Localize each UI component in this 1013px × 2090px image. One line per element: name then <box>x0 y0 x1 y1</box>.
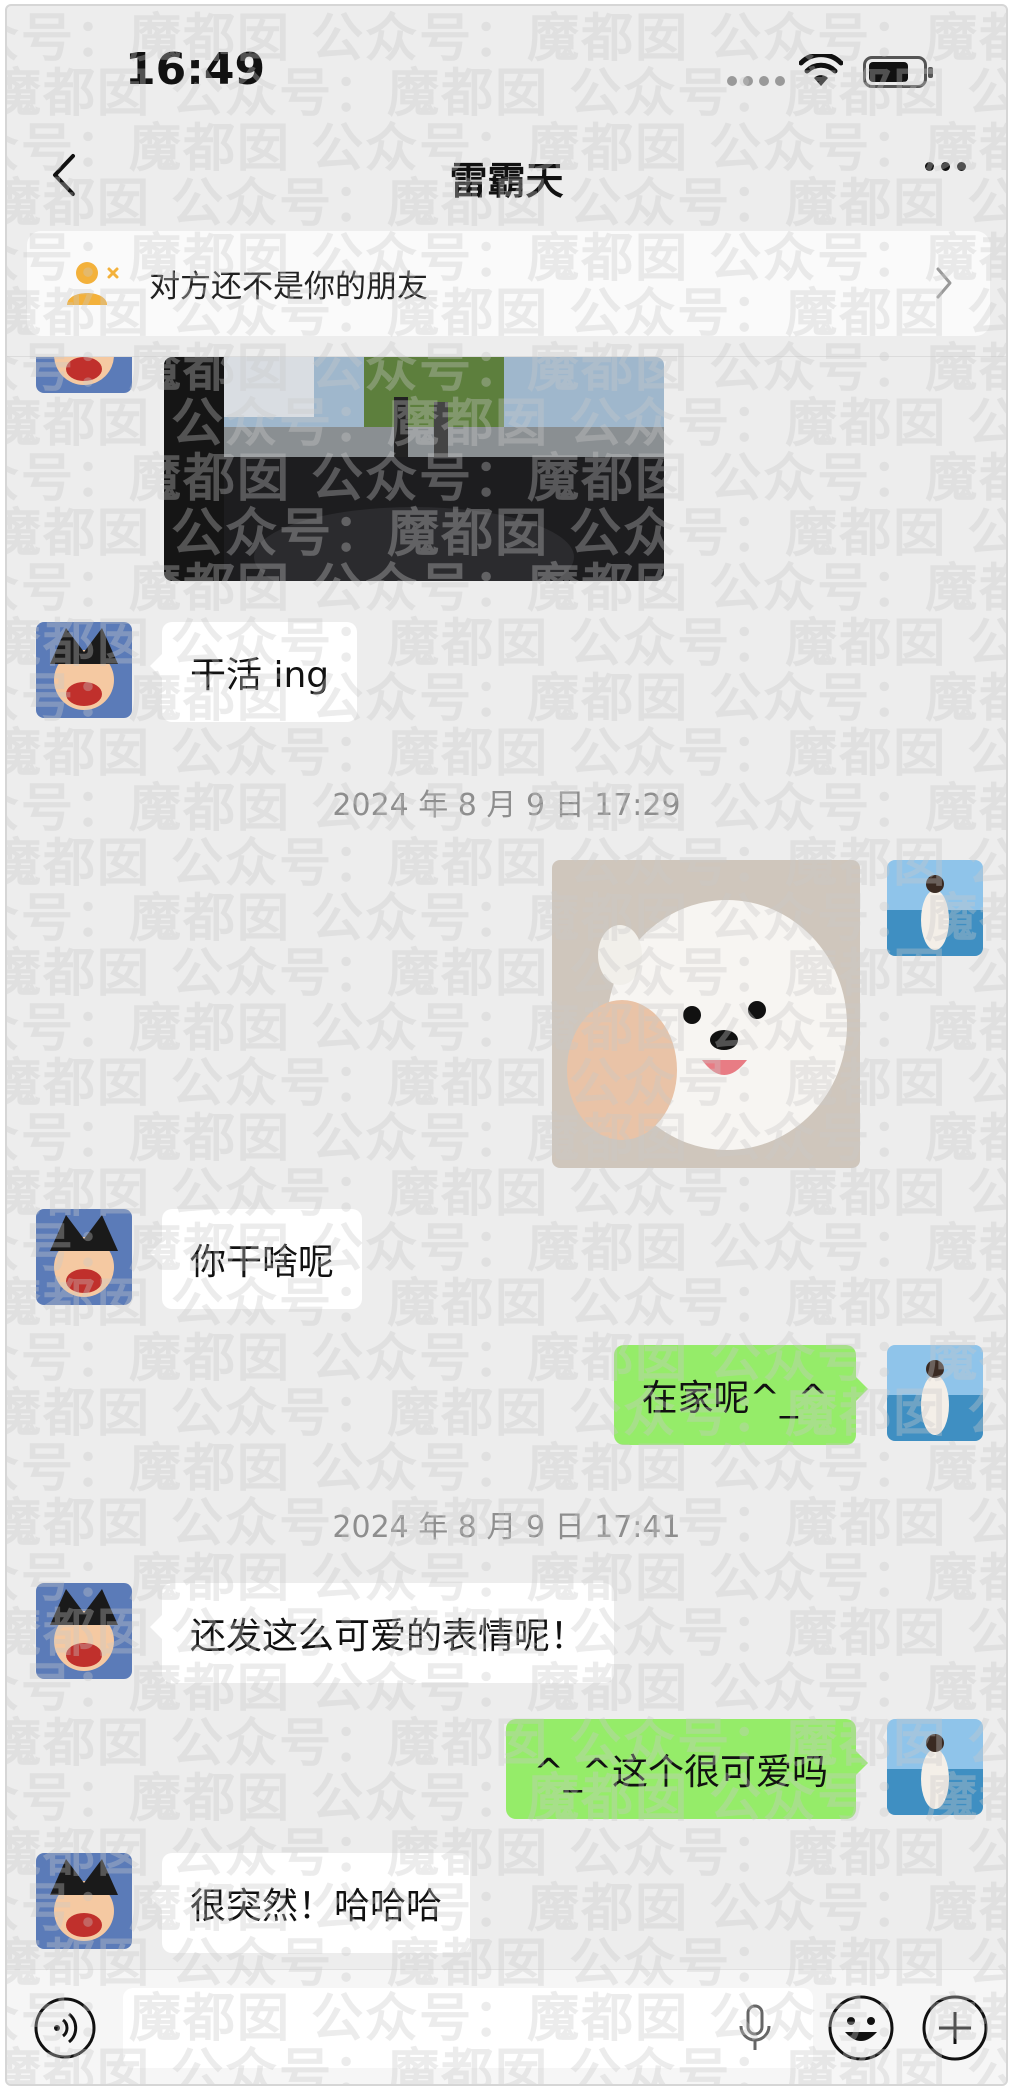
my-avatar[interactable] <box>887 860 983 956</box>
contact-avatar[interactable] <box>36 357 132 393</box>
contact-avatar[interactable] <box>36 1583 132 1679</box>
contact-avatar[interactable] <box>36 1209 132 1305</box>
nav-bar: 雷霸天 <box>7 126 1006 226</box>
message-bubble-incoming[interactable]: 你干啥呢 <box>149 1209 363 1309</box>
more-icon[interactable] <box>925 162 966 171</box>
status-bar: 16:49 <box>7 6 1006 126</box>
chevron-right-icon <box>936 267 952 299</box>
signal-icon <box>727 76 785 86</box>
message-bubble-outgoing[interactable]: ^_^这个很可爱吗 <box>505 1719 869 1819</box>
add-friend-icon <box>67 262 119 305</box>
banner-text: 对方还不是你的朋友 <box>149 269 428 305</box>
my-avatar[interactable] <box>887 1345 983 1441</box>
message-timestamp: 2024 年 8 月 9 日 17:41 <box>332 1510 681 1545</box>
battery-icon <box>863 56 933 88</box>
contact-avatar[interactable] <box>36 622 132 718</box>
input-bar <box>7 1969 1006 2084</box>
chat-screen: 16:49 雷霸天 对方还不是你的朋友 干活 ing 2024 年 8 月 9 … <box>5 4 1008 2086</box>
stranger-banner[interactable]: 对方还不是你的朋友 <box>27 231 990 336</box>
plus-icon[interactable] <box>921 1994 989 2062</box>
car-dashboard-photo[interactable] <box>164 357 664 581</box>
microphone-icon[interactable] <box>735 2002 775 2054</box>
white-puppy-sticker[interactable] <box>552 860 860 1168</box>
message-bubble-incoming[interactable]: 很突然！哈哈哈 <box>149 1853 471 1953</box>
message-input[interactable] <box>123 1988 813 2068</box>
chat-title: 雷霸天 <box>449 159 564 203</box>
message-bubble-incoming[interactable]: 干活 ing <box>149 622 358 722</box>
contact-avatar[interactable] <box>36 1853 132 1949</box>
message-list: 干活 ing 2024 年 8 月 9 日 17:29 你干啥呢 在家呢^_^ … <box>7 357 1006 1969</box>
battery-level <box>869 62 908 82</box>
status-time: 16:49 <box>125 44 266 95</box>
wifi-icon <box>799 54 843 86</box>
emoji-icon[interactable] <box>827 1994 895 2062</box>
my-avatar[interactable] <box>887 1719 983 1815</box>
message-bubble-outgoing[interactable]: 在家呢^_^ <box>613 1345 869 1445</box>
message-timestamp: 2024 年 8 月 9 日 17:29 <box>332 788 681 823</box>
voice-mode-icon[interactable] <box>33 1996 97 2060</box>
message-bubble-incoming[interactable]: 还发这么可爱的表情呢！ <box>149 1583 615 1683</box>
